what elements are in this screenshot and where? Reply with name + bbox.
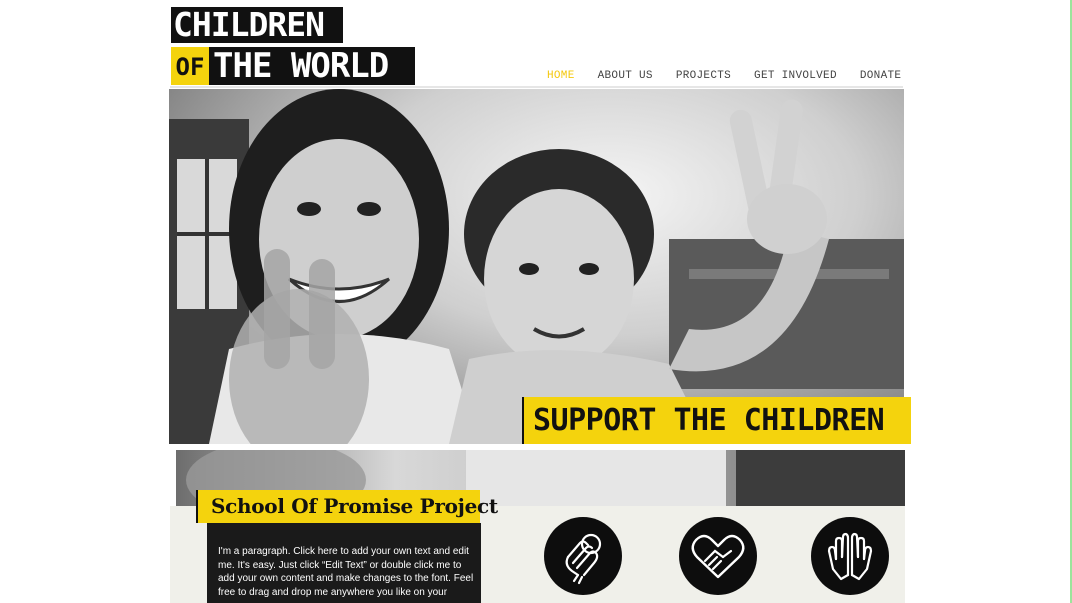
raised-hand-icon[interactable] xyxy=(544,517,622,595)
main-nav: HOME ABOUT US PROJECTS GET INVOLVED DONA… xyxy=(547,70,901,82)
logo-line-children: CHILDREN xyxy=(171,7,343,43)
nav-donate[interactable]: DONATE xyxy=(860,70,901,82)
nav-projects[interactable]: PROJECTS xyxy=(676,70,731,82)
handshake-heart-icon[interactable] xyxy=(679,517,757,595)
logo-line-the-world: THE WORLD xyxy=(209,47,415,85)
nav-divider xyxy=(170,86,903,88)
nav-about-us[interactable]: ABOUT US xyxy=(598,70,653,82)
open-hands-icon[interactable] xyxy=(811,517,889,595)
logo-of: OF xyxy=(171,47,209,85)
hero-image xyxy=(169,89,904,444)
nav-home[interactable]: HOME xyxy=(547,70,575,82)
project-paragraph[interactable]: I'm a paragraph. Click here to add your … xyxy=(218,545,474,599)
hero-banner: SUPPORT THE CHILDREN xyxy=(522,397,911,444)
project-title[interactable]: School Of Promise Project xyxy=(196,490,498,523)
hero-photo-illustration xyxy=(169,89,904,444)
nav-get-involved[interactable]: GET INVOLVED xyxy=(754,70,837,82)
